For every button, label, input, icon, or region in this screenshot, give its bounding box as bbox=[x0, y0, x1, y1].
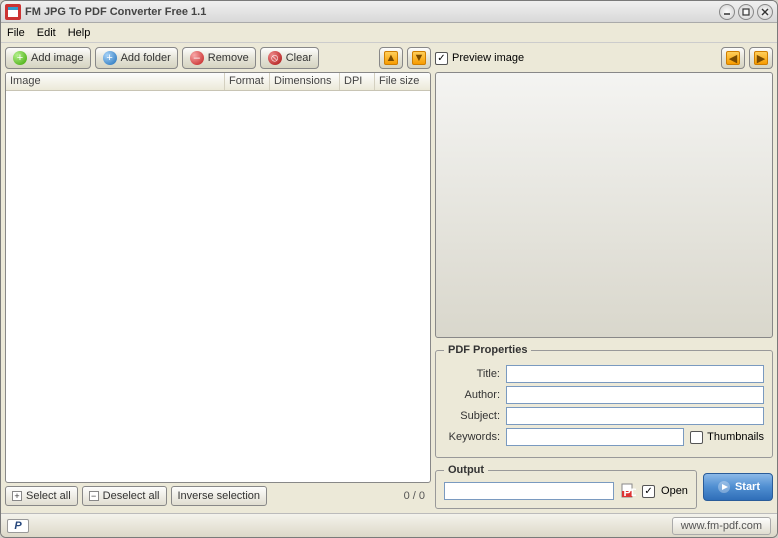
app-icon bbox=[5, 4, 21, 20]
move-up-button[interactable]: ▲ bbox=[379, 47, 403, 69]
svg-text:PDF: PDF bbox=[624, 487, 637, 499]
preview-checkbox[interactable]: ✓ bbox=[435, 52, 448, 65]
thumbnails-checkbox[interactable]: ✓ bbox=[690, 431, 703, 444]
col-dpi[interactable]: DPI bbox=[340, 73, 375, 90]
inverse-label: Inverse selection bbox=[178, 490, 261, 502]
output-path-input[interactable] bbox=[444, 482, 614, 500]
prev-image-button[interactable]: ◀ bbox=[721, 47, 745, 69]
next-image-button[interactable]: ▶ bbox=[749, 47, 773, 69]
select-all-button[interactable]: + Select all bbox=[5, 486, 78, 506]
browse-pdf-button[interactable]: PDF bbox=[620, 483, 636, 499]
window-title: FM JPG To PDF Converter Free 1.1 bbox=[25, 6, 716, 18]
arrow-right-icon: ▶ bbox=[754, 50, 768, 66]
app-window: FM JPG To PDF Converter Free 1.1 File Ed… bbox=[0, 0, 778, 538]
output-group: Output PDF ✓ Open bbox=[435, 464, 697, 509]
paypal-icon[interactable]: P bbox=[7, 519, 29, 533]
clear-button[interactable]: ⦸ Clear bbox=[260, 47, 319, 69]
inverse-selection-button[interactable]: Inverse selection bbox=[171, 486, 268, 506]
col-filesize[interactable]: File size bbox=[375, 73, 430, 90]
folder-plus-icon: + bbox=[102, 50, 118, 66]
open-checkbox[interactable]: ✓ bbox=[642, 485, 655, 498]
col-image[interactable]: Image bbox=[6, 73, 225, 90]
thumbnails-label: Thumbnails bbox=[707, 431, 764, 443]
minus-square-icon: − bbox=[89, 491, 99, 501]
menu-file[interactable]: File bbox=[7, 27, 25, 39]
output-legend: Output bbox=[444, 464, 488, 476]
col-dimensions[interactable]: Dimensions bbox=[270, 73, 340, 90]
remove-button[interactable]: – Remove bbox=[182, 47, 256, 69]
minimize-button[interactable] bbox=[719, 4, 735, 20]
add-folder-label: Add folder bbox=[121, 52, 171, 64]
start-label: Start bbox=[735, 481, 760, 493]
minus-icon: – bbox=[189, 50, 205, 66]
title-label: Title: bbox=[444, 368, 500, 380]
subject-label: Subject: bbox=[444, 410, 500, 422]
selection-bar: + Select all −Deselect all Inverse select… bbox=[5, 483, 431, 509]
start-button[interactable]: Start bbox=[703, 473, 773, 501]
arrow-up-icon: ▲ bbox=[384, 50, 398, 66]
plus-icon: + bbox=[12, 50, 28, 66]
pdf-properties-legend: PDF Properties bbox=[444, 344, 531, 356]
deselect-all-button[interactable]: −Deselect all bbox=[82, 486, 167, 506]
open-label: Open bbox=[661, 485, 688, 497]
file-list[interactable]: Image Format Dimensions DPI File size bbox=[5, 72, 431, 483]
add-image-label: Add image bbox=[31, 52, 84, 64]
play-icon bbox=[716, 479, 732, 495]
item-count: 0 / 0 bbox=[404, 490, 431, 502]
plus-square-icon: + bbox=[12, 491, 22, 501]
menu-edit[interactable]: Edit bbox=[37, 27, 56, 39]
right-panel: ✓ Preview image ◀ ▶ PDF Properties Title… bbox=[435, 47, 773, 509]
author-input[interactable] bbox=[506, 386, 764, 404]
clear-icon: ⦸ bbox=[267, 50, 283, 66]
menu-bar: File Edit Help bbox=[1, 23, 777, 43]
arrow-left-icon: ◀ bbox=[726, 50, 740, 66]
add-folder-button[interactable]: + Add folder bbox=[95, 47, 178, 69]
list-header: Image Format Dimensions DPI File size bbox=[6, 73, 430, 91]
select-all-label: Select all bbox=[26, 490, 71, 502]
title-bar: FM JPG To PDF Converter Free 1.1 bbox=[1, 1, 777, 23]
remove-label: Remove bbox=[208, 52, 249, 64]
keywords-label: Keywords: bbox=[444, 431, 500, 443]
title-input[interactable] bbox=[506, 365, 764, 383]
deselect-all-label: Deselect all bbox=[103, 490, 160, 502]
preview-toolbar: ✓ Preview image ◀ ▶ bbox=[435, 47, 773, 69]
arrow-down-icon: ▼ bbox=[412, 50, 426, 66]
clear-label: Clear bbox=[286, 52, 312, 64]
preview-label: Preview image bbox=[452, 52, 524, 64]
add-image-button[interactable]: + Add image bbox=[5, 47, 91, 69]
list-body[interactable] bbox=[6, 91, 430, 482]
preview-area bbox=[435, 72, 773, 338]
close-button[interactable] bbox=[757, 4, 773, 20]
pdf-properties-group: PDF Properties Title: Author: Subject: K… bbox=[435, 344, 773, 458]
left-panel: + Add image + Add folder – Remove ⦸ Clea… bbox=[5, 47, 431, 509]
author-label: Author: bbox=[444, 389, 500, 401]
menu-help[interactable]: Help bbox=[68, 27, 91, 39]
move-down-button[interactable]: ▼ bbox=[407, 47, 431, 69]
maximize-button[interactable] bbox=[738, 4, 754, 20]
keywords-input[interactable] bbox=[506, 428, 684, 446]
subject-input[interactable] bbox=[506, 407, 764, 425]
website-link[interactable]: www.fm-pdf.com bbox=[672, 517, 771, 535]
main-area: + Add image + Add folder – Remove ⦸ Clea… bbox=[1, 43, 777, 513]
col-format[interactable]: Format bbox=[225, 73, 270, 90]
left-toolbar: + Add image + Add folder – Remove ⦸ Clea… bbox=[5, 47, 431, 69]
status-bar: P www.fm-pdf.com bbox=[1, 513, 777, 537]
